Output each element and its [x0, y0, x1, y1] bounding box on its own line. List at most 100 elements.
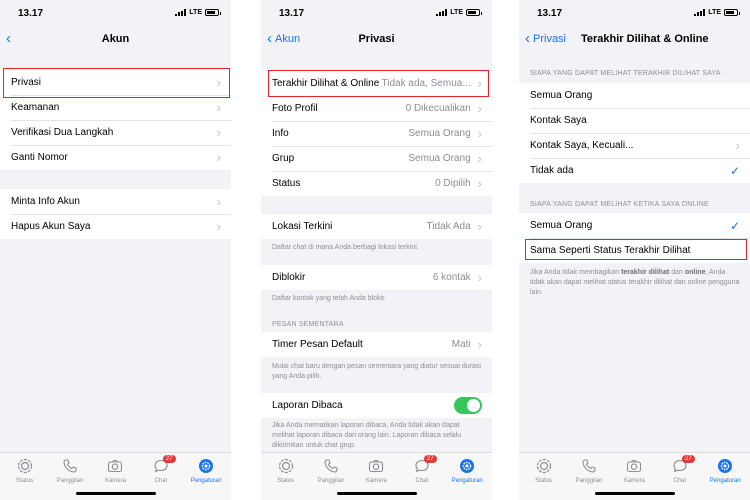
row-ganti-nomor[interactable]: Ganti Nomor › — [0, 145, 231, 170]
row-value: Mati — [451, 339, 471, 350]
network-label: LTE — [189, 9, 202, 16]
option-tidak-ada[interactable]: Tidak ada ✓ — [519, 158, 750, 183]
read-receipts-toggle[interactable] — [454, 397, 482, 414]
chevron-right-icon: › — [477, 219, 482, 234]
row-value: Semua Orang — [408, 153, 471, 164]
row-foto-profil[interactable]: Foto Profil 0 Dikecualikan › — [261, 96, 492, 121]
row-diblokir[interactable]: Diblokir 6 kontak › — [261, 265, 492, 290]
option-semua-orang[interactable]: Semua Orang — [519, 83, 750, 108]
row-value: 0 Dipilih — [435, 178, 471, 189]
back-button[interactable]: ‹ Privasi — [525, 31, 566, 46]
blocked-footer: Daftar kontak yang telah Anda blokir. — [272, 295, 387, 302]
row-verifikasi[interactable]: Verifikasi Dua Langkah › — [0, 120, 231, 145]
tab-label: Kamera — [623, 478, 645, 484]
row-label: Foto Profil — [272, 103, 318, 114]
tab-label: Panggilan — [317, 478, 345, 484]
timer-group: Timer Pesan Default Mati › — [261, 332, 492, 357]
row-value: Semua Orang — [408, 128, 471, 139]
tab-status[interactable]: Status — [264, 458, 308, 500]
row-privasi[interactable]: Privasi › — [0, 70, 231, 95]
row-terakhir-dilihat[interactable]: Terakhir Dilihat & Online Tidak ada, Semu… — [261, 71, 492, 96]
tab-label: Status — [277, 478, 295, 484]
option-kontak-saya[interactable]: Kontak Saya — [519, 108, 750, 133]
last-seen-header: SIAPA YANG DAPAT MELIHAT TERAKHIR DILIHA… — [530, 70, 721, 77]
account-group-1: Privasi › Keamanan › Verifikasi Dua Langka… — [0, 70, 231, 170]
row-value: Tidak Ada — [426, 221, 471, 232]
row-value: 6 kontak — [432, 272, 471, 283]
option-label: Sama Seperti Status Terakhir Dilihat — [530, 245, 691, 256]
screen-akun: 13.17 LTE ‹ Akun Privasi › Keamanan › Veri… — [0, 0, 231, 500]
chevron-right-icon: › — [216, 100, 221, 115]
row-value: Tidak ada, Semua... — [381, 78, 471, 89]
row-label: Terakhir Dilihat & Online — [272, 78, 380, 89]
tab-status[interactable]: Status — [3, 458, 47, 500]
tab-label: Chat — [673, 478, 687, 484]
chevron-right-icon: › — [735, 138, 740, 153]
row-label: Diblokir — [272, 272, 306, 283]
chevron-right-icon: › — [477, 176, 482, 191]
chevron-right-icon: › — [216, 75, 221, 90]
option-online-semua[interactable]: Semua Orang ✓ — [519, 213, 750, 238]
chevron-right-icon: › — [477, 101, 482, 116]
row-lokasi-terkini[interactable]: Lokasi Terkini Tidak Ada › — [261, 214, 492, 239]
blocked-group: Diblokir 6 kontak › — [261, 265, 492, 290]
option-label: Kontak Saya, Kecuali... — [530, 140, 634, 151]
checkmark-icon: ✓ — [729, 163, 740, 178]
tab-pengaturan[interactable]: Pengaturan — [184, 458, 228, 500]
home-indicator — [336, 492, 417, 495]
chevron-right-icon: › — [477, 76, 482, 91]
checkmark-icon: ✓ — [729, 218, 740, 233]
tab-label: Panggilan — [56, 478, 84, 484]
online-header: SIAPA YANG DAPAT MELIHAT KETIKA SAYA ONL… — [530, 201, 709, 208]
tab-pengaturan[interactable]: Pengaturan — [703, 458, 747, 500]
row-grup[interactable]: Grup Semua Orang › — [261, 146, 492, 171]
tab-label: Kamera — [104, 478, 126, 484]
tab-label: Chat — [154, 478, 168, 484]
status-icon — [278, 458, 294, 478]
row-label: Lokasi Terkini — [272, 221, 333, 232]
row-minta-info[interactable]: Minta Info Akun › — [0, 189, 231, 214]
status-time: 13.17 — [537, 8, 563, 19]
camera-icon — [626, 458, 642, 478]
row-status[interactable]: Status 0 Dipilih › — [261, 171, 492, 196]
nav-bar: ‹ Privasi Terakhir Dilihat & Online — [519, 28, 750, 52]
row-timer[interactable]: Timer Pesan Default Mati › — [261, 332, 492, 357]
row-value: 0 Dikecualikan — [405, 103, 471, 114]
chevron-left-icon: ‹ — [525, 30, 530, 47]
option-kontak-kecuali[interactable]: Kontak Saya, Kecuali... › — [519, 133, 750, 158]
camera-icon — [107, 458, 123, 478]
status-icon — [536, 458, 552, 478]
row-hapus-akun[interactable]: Hapus Akun Saya › — [0, 214, 231, 239]
row-info[interactable]: Info Semua Orang › — [261, 121, 492, 146]
chevron-right-icon: › — [477, 337, 482, 352]
footer-text-d: online — [684, 269, 706, 276]
footer-text-c: dan — [669, 269, 685, 276]
battery-icon — [724, 9, 740, 16]
tab-status[interactable]: Status — [522, 458, 566, 500]
row-keamanan[interactable]: Keamanan › — [0, 95, 231, 120]
row-label: Privasi — [11, 77, 42, 88]
signal-icon — [694, 9, 706, 16]
footer-text-b: terakhir dilihat — [621, 269, 670, 276]
live-location-group: Lokasi Terkini Tidak Ada › — [261, 214, 492, 239]
temp-message-header: PESAN SEMENTARA — [272, 321, 344, 328]
row-label: Info — [272, 128, 289, 139]
nav-bar: ‹ Akun Privasi — [261, 28, 492, 52]
nav-bar: ‹ Akun — [0, 28, 231, 52]
system-icons: LTE — [436, 9, 482, 16]
chevron-right-icon: › — [216, 150, 221, 165]
network-label: LTE — [450, 9, 463, 16]
gear-icon — [459, 458, 475, 478]
row-label: Keamanan — [11, 102, 60, 113]
chevron-right-icon: › — [216, 194, 221, 209]
online-footer: Jika Anda tidak membagikan terakhir dili… — [530, 268, 740, 298]
phone-icon — [62, 458, 78, 478]
option-sama-seperti[interactable]: Sama Seperti Status Terakhir Dilihat — [519, 238, 750, 263]
option-label: Semua Orang — [530, 90, 593, 101]
screen-terakhir-dilihat: 13.17 LTE ‹ Privasi Terakhir Dilihat & On… — [519, 0, 750, 500]
last-seen-options: Semua Orang Kontak Saya Kontak Saya, Kec… — [519, 83, 750, 183]
tab-pengaturan[interactable]: Pengaturan — [445, 458, 489, 500]
tab-label: Chat — [415, 478, 429, 484]
tab-label: Pengaturan — [190, 478, 222, 484]
tab-label: Pengaturan — [709, 478, 741, 484]
